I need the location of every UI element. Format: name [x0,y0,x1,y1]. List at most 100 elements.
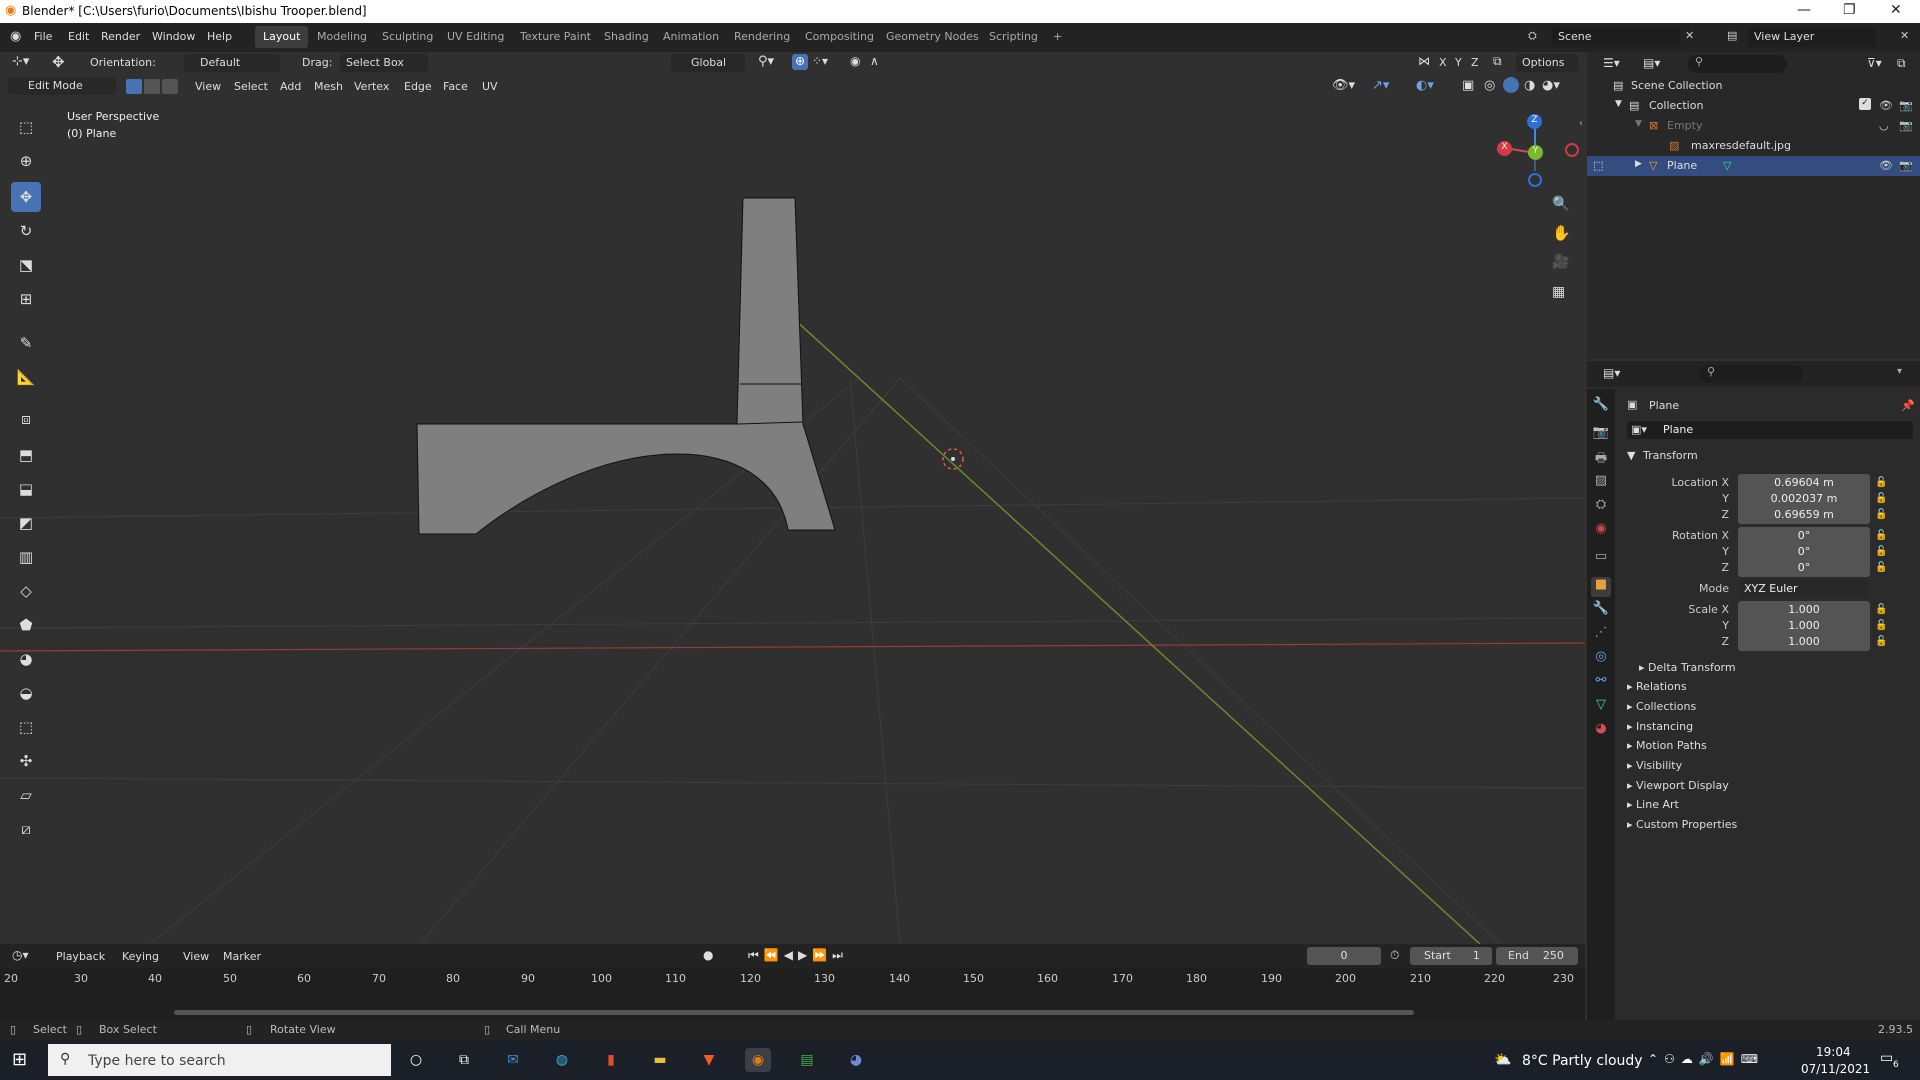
lock-icon[interactable]: 🔓 🔓 🔓 [1875,528,1887,576]
checkbox-icon[interactable]: ✓ [1859,98,1871,110]
cortana-icon[interactable]: ○ [403,1048,429,1072]
expand-icon[interactable]: ▼ [1615,99,1622,109]
add-workspace-button[interactable]: + [1045,26,1070,48]
transform-tool-icon[interactable]: ⊞ [11,284,41,314]
render-tab-icon[interactable]: 📷 [1591,425,1611,445]
tab-rendering[interactable]: Rendering [726,26,798,48]
shrink-fatten-tool-icon[interactable]: ✣ [11,746,41,776]
edit-mode-icon[interactable]: ⬚ [1593,159,1603,172]
location-z-field[interactable]: 0.69659 m [1738,506,1870,524]
menu-edit[interactable]: Edit [68,30,89,43]
smooth-tool-icon[interactable]: ◒ [11,678,41,708]
eye-icon[interactable]: 👁 [1879,99,1893,112]
extrude-tool-icon[interactable]: ⬒ [11,440,41,470]
auto-merge-icon[interactable]: ⧉ [1493,54,1502,69]
navigation-gizmo[interactable]: Z X Y [1490,108,1580,193]
menu-help[interactable]: Help [207,30,232,43]
mail-icon[interactable]: ✉ [500,1048,526,1072]
drag-dropdown[interactable]: Select Box [340,54,428,72]
discord-icon[interactable]: ◕ [843,1048,869,1072]
weather-icon[interactable]: ⛅ [1494,1052,1511,1068]
menu-render[interactable]: Render [101,30,140,43]
transform-panel-header[interactable]: ▼ Transform [1627,449,1698,462]
overlay-toggle-icon[interactable]: ◐▾ [1416,78,1434,93]
close-view-layer-icon[interactable]: ✕ [1900,29,1909,42]
system-tray-icons[interactable]: ⌃⚇☁🔊📶⌨ [1648,1052,1764,1066]
clock-date[interactable]: 07/11/2021 [1801,1062,1870,1076]
pivot-icon[interactable]: ⚲▾ [758,54,774,69]
outliner-search-input[interactable]: ⚲ [1687,55,1787,73]
annotate-tool-icon[interactable]: ✎ [11,328,41,358]
add-cube-tool-icon[interactable]: ⧈ [11,404,41,434]
lock-icon[interactable]: 🔓 🔓 🔓 [1875,602,1887,650]
poly-build-tool-icon[interactable]: ⬟ [11,610,41,640]
tab-texture-paint[interactable]: Texture Paint [512,26,599,48]
filter-icon[interactable]: ⊽▾ [1867,56,1882,70]
snap-target-icon[interactable]: ⁘▾ [812,54,828,68]
blender-menu-icon[interactable]: ◉ [10,29,21,44]
tab-shading[interactable]: Shading [596,26,657,48]
timeline-scrollbar[interactable] [174,1010,1414,1015]
panel-motion-paths[interactable]: ▸ Motion Paths [1627,739,1707,752]
timeline-editor-icon[interactable]: ◷▾ [12,948,29,962]
auto-keying-icon[interactable]: ● [703,948,713,962]
panel-delta-transform[interactable]: ▸ Delta Transform [1639,661,1736,674]
task-view-icon[interactable]: ⧉ [451,1048,477,1072]
menu-select[interactable]: Select [234,80,268,93]
properties-editor-icon[interactable]: ▤▾ [1603,366,1620,380]
weather-text[interactable]: 8°C Partly cloudy [1522,1053,1643,1069]
close-window-button[interactable]: ✕ [1890,2,1902,18]
collection-tab-icon[interactable]: ▭ [1591,549,1611,569]
snap-icon[interactable]: ⊕ [792,54,808,70]
shear-tool-icon[interactable]: ▱ [11,780,41,810]
menu-vertex[interactable]: Vertex [354,80,389,93]
rendered-shading-icon[interactable]: ◕▾ [1542,78,1560,93]
material-shading-icon[interactable]: ◑ [1524,78,1535,93]
camera-render-icon[interactable]: 📷 [1899,159,1913,172]
ortho-grid-icon[interactable]: ▦ [1552,284,1565,300]
axis-z-toggle[interactable]: Z [1471,56,1479,69]
office-icon[interactable]: ▮ [598,1048,624,1072]
transform-orientation-dropdown[interactable]: Global [671,54,745,72]
scale-tool-icon[interactable]: ⬔ [11,250,41,280]
outliner-row-scene-collection[interactable]: ▤ Scene Collection [1587,76,1920,96]
blender-taskbar-icon[interactable]: ◉ [745,1048,771,1072]
properties-search-input[interactable]: ⚲ [1699,365,1803,383]
rotate-tool-icon[interactable]: ↻ [11,216,41,246]
outliner-row-plane[interactable]: ⬚ ▶ ▽ Plane ▽ 👁 📷 [1587,156,1920,176]
constraints-tab-icon[interactable]: ⚯ [1591,673,1611,693]
camera-render-icon[interactable]: 📷 [1899,119,1913,132]
panel-viewport-display[interactable]: ▸ Viewport Display [1627,779,1729,792]
spin-tool-icon[interactable]: ◕ [11,644,41,674]
timeline[interactable]: ◷▾ Playback Keying View Marker ● ⏮⏪◀▶⏩⏭ … [0,944,1585,1020]
3d-viewport[interactable]: User Perspective (0) Plane Z X Y 🔍 ✋ 🎥 ▦… [0,98,1585,944]
taskbar-search-input[interactable]: ⚲ Type here to search [48,1044,391,1076]
view-layer-tab-icon[interactable]: ▨ [1591,473,1611,493]
face-select-icon[interactable] [162,79,178,94]
gizmo-toggle-icon[interactable]: ↗▾ [1372,78,1389,93]
camera-render-icon[interactable]: 📷 [1899,99,1913,112]
panel-instancing[interactable]: ▸ Instancing [1627,720,1693,733]
tool-tab-icon[interactable]: 🔧 [1591,397,1611,417]
move-tool-icon[interactable]: ✥ [11,182,41,212]
axis-y-toggle[interactable]: Y [1455,56,1462,69]
playback-controls[interactable]: ⏮⏪◀▶⏩⏭ [748,948,848,963]
xray-icon[interactable]: ▣ [1462,78,1474,93]
expand-icon[interactable]: ▶ [1635,159,1642,169]
pan-hand-icon[interactable]: ✋ [1552,224,1571,242]
particles-tab-icon[interactable]: ⋰ [1591,625,1611,645]
clock-time[interactable]: 19:04 [1816,1045,1851,1059]
new-collection-icon[interactable]: ⧉ [1897,56,1906,71]
menu-keying[interactable]: Keying [122,950,159,963]
object-data-icon[interactable]: ▣▾ [1631,423,1647,436]
camera-icon[interactable]: 🎥 [1552,254,1569,270]
physics-tab-icon[interactable]: ◎ [1591,649,1611,669]
minimize-button[interactable]: — [1797,2,1811,18]
menu-window[interactable]: Window [152,30,195,43]
solid-shading-icon[interactable] [1503,77,1519,93]
zoom-icon[interactable]: 🔍 [1552,196,1569,212]
visibility-icon[interactable]: 👁▾ [1332,78,1355,93]
proportional-edit-icon[interactable]: ◉ [850,54,860,68]
falloff-icon[interactable]: ∧ [870,54,879,68]
edge-slide-tool-icon[interactable]: ⬚ [11,712,41,742]
